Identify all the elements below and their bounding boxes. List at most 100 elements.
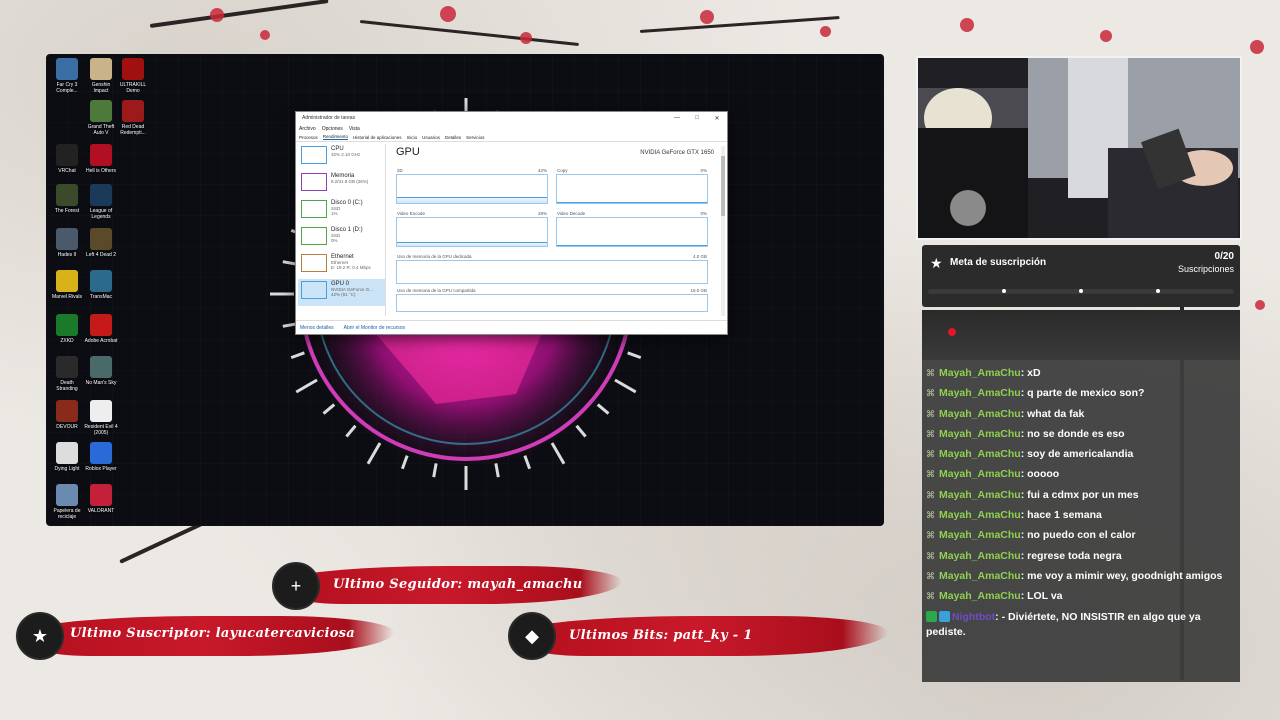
tab-servicios[interactable]: Servicios (466, 135, 484, 140)
menu-opciones[interactable]: Opciones (322, 126, 343, 132)
desktop-icon[interactable]: Adobe Acrobat (84, 314, 118, 344)
resource-monitor-link[interactable]: Abrir el Monitor de recursos (344, 325, 405, 331)
scrollbar[interactable] (721, 146, 725, 316)
graph-video-encode[interactable]: Video Encode 28% (396, 211, 548, 247)
chat-text: hace 1 semana (1027, 509, 1102, 522)
desktop-icon[interactable]: VALORANT (84, 484, 118, 514)
task-manager-footer: Menos detalles Abrir el Monitor de recur… (296, 320, 727, 334)
tab-historial[interactable]: Historial de aplicaciones (353, 135, 402, 140)
add-user-icon: + (272, 562, 320, 610)
desktop-icon[interactable]: Death Stranding (50, 356, 84, 392)
chat-username[interactable]: Mayah_AmaChu (939, 570, 1021, 582)
resource-memory[interactable]: Memoria 8.2/31.9 GB (26%) (298, 171, 385, 198)
task-manager-window: Administrador de tareas — □ ✕ Archivo Op… (295, 111, 728, 335)
graph-shared-memory[interactable]: Uso de memoria de la GPU compartida 16.0 … (396, 288, 708, 312)
chat-text: me voy a mimir wey, goodnight amigos (1027, 569, 1223, 582)
tab-usuarios[interactable]: Usuarios (422, 135, 440, 140)
chat-username[interactable]: Mayah_AmaChu (939, 468, 1021, 480)
cpu-sparkline (301, 146, 327, 164)
chat-message: ⌘ Mayah_AmaChu: q parte de mexico son? (926, 386, 1234, 401)
menu-archivo[interactable]: Archivo (299, 126, 316, 132)
desktop-icon[interactable]: League of Legends (84, 184, 118, 220)
minimize-icon[interactable]: — (667, 115, 687, 122)
chat-username[interactable]: Mayah_AmaChu (939, 408, 1021, 420)
tab-rendimiento[interactable]: Rendimiento (322, 134, 349, 140)
subscriber-badge-icon: ⌘ (926, 510, 935, 521)
live-indicator-icon (948, 328, 956, 336)
chat-username[interactable]: Mayah_AmaChu (939, 590, 1021, 602)
chat-message: ⌘ Mayah_AmaChu: regrese toda negra (926, 549, 1234, 564)
desktop-icon[interactable]: DEVOUR (50, 400, 84, 430)
desktop-icon[interactable]: Dying Light (50, 442, 84, 472)
app-icon (122, 58, 144, 80)
resource-disk-1[interactable]: Disco 1 (D:) SSD 0% (298, 225, 385, 252)
webcam-feed (916, 56, 1242, 240)
desktop-icon[interactable]: Papelera de reciclaje (50, 484, 84, 520)
desktop-icon[interactable]: ULTRAKILL Demo (116, 58, 150, 94)
chat-username[interactable]: Mayah_AmaChu (939, 448, 1021, 460)
chat-username[interactable]: Nightbot (952, 611, 995, 623)
bot-badge-icon (939, 611, 950, 623)
desktop-icon[interactable]: Red Dead Redempti... (116, 100, 150, 136)
resource-cpu[interactable]: CPU 32% 2.10 GHz (298, 144, 385, 171)
graph-copy[interactable]: Copy 0% (556, 168, 708, 204)
chat-message: ⌘ Mayah_AmaChu: xD (926, 366, 1234, 381)
task-manager-titlebar[interactable]: Administrador de tareas — □ ✕ (296, 112, 727, 124)
memory-sparkline (301, 173, 327, 191)
less-details-link[interactable]: Menos detalles (300, 325, 334, 331)
tab-bar: Procesos Rendimiento Historial de aplica… (296, 133, 727, 142)
desktop-icon-label: The Forest (54, 208, 80, 214)
chat-text: LOL va (1027, 590, 1063, 603)
chat-username[interactable]: Mayah_AmaChu (939, 509, 1021, 521)
desktop-icon[interactable]: Roblox Player (84, 442, 118, 472)
desktop-icon[interactable]: Hell is Others (84, 144, 118, 174)
subscription-goal-widget: ★ Meta de suscripción 0/20 Suscripciones (922, 245, 1240, 307)
app-icon (90, 58, 112, 80)
desktop-icon[interactable]: The Forest (50, 184, 84, 214)
resource-ethernet[interactable]: Ethernet Ethernet E: 19.2 R: 0.4 Mbps (298, 252, 385, 279)
app-icon (90, 270, 112, 292)
desktop-icon-label: Genshin Impact (91, 82, 111, 94)
resource-disk-0[interactable]: Disco 0 (C:) SSD 1% (298, 198, 385, 225)
chat-message: ⌘ Mayah_AmaChu: me voy a mimir wey, goodn… (926, 569, 1234, 584)
desktop-icon[interactable]: No Man's Sky (84, 356, 118, 386)
desktop-icon-label: League of Legends (89, 208, 113, 220)
desktop-icon[interactable]: Marvel Rivals (50, 270, 84, 300)
desktop-icon[interactable]: Grand Theft Auto V (84, 100, 118, 136)
tab-procesos[interactable]: Procesos (299, 135, 318, 140)
resource-gpu[interactable]: GPU 0 NVIDIA GeForce G... 42% (61 °C) (298, 279, 385, 306)
chat-text: no puedo con el calor (1027, 529, 1136, 542)
subscriber-badge-icon: ⌘ (926, 388, 935, 399)
menu-vista[interactable]: Vista (349, 126, 360, 132)
desktop-icon[interactable]: Far Cry 3 Comple... (50, 58, 84, 94)
graph-3d[interactable]: 3D 42% (396, 168, 548, 204)
tab-detalles[interactable]: Detalles (445, 135, 461, 140)
goal-label: Suscripciones (1177, 264, 1234, 274)
graph-video-decode[interactable]: Video Decode 0% (556, 211, 708, 247)
graph-dedicated-memory[interactable]: Uso de memoria de la GPU dedicada 4.0 GB (396, 254, 708, 284)
chat-username[interactable]: Mayah_AmaChu (939, 529, 1021, 541)
desktop-icon[interactable]: VRChat (50, 144, 84, 174)
close-icon[interactable]: ✕ (707, 115, 727, 122)
chat-text: ooooo (1027, 468, 1060, 481)
desktop-icon[interactable]: Genshin Impact (84, 58, 118, 94)
chat-text: no se donde es eso (1027, 427, 1125, 440)
desktop-icon[interactable]: Resident Evil 4 (2005) (84, 400, 118, 436)
desktop-icon[interactable]: Hades II (50, 228, 84, 258)
chat-username[interactable]: Mayah_AmaChu (939, 428, 1021, 440)
tab-inicio[interactable]: Inicio (407, 135, 418, 140)
desktop-icon[interactable]: TransMac (84, 270, 118, 300)
desktop-icon[interactable]: ZXKD (50, 314, 84, 344)
subscriber-badge-icon: ⌘ (926, 489, 935, 500)
chat-username[interactable]: Mayah_AmaChu (939, 550, 1021, 562)
chat-username[interactable]: Mayah_AmaChu (939, 387, 1021, 399)
maximize-icon[interactable]: □ (687, 115, 707, 122)
chat-username[interactable]: Mayah_AmaChu (939, 489, 1021, 501)
chat-username[interactable]: Mayah_AmaChu (939, 367, 1021, 379)
app-icon (56, 442, 78, 464)
chat-text: xD (1027, 367, 1041, 379)
desktop-icon[interactable]: Left 4 Dead 2 (84, 228, 118, 258)
app-icon (90, 228, 112, 250)
chat-text: what da fak (1027, 407, 1085, 420)
chat-box: ⌘ Mayah_AmaChu: xD ⌘ Mayah_AmaChu: q parte … (922, 360, 1240, 682)
